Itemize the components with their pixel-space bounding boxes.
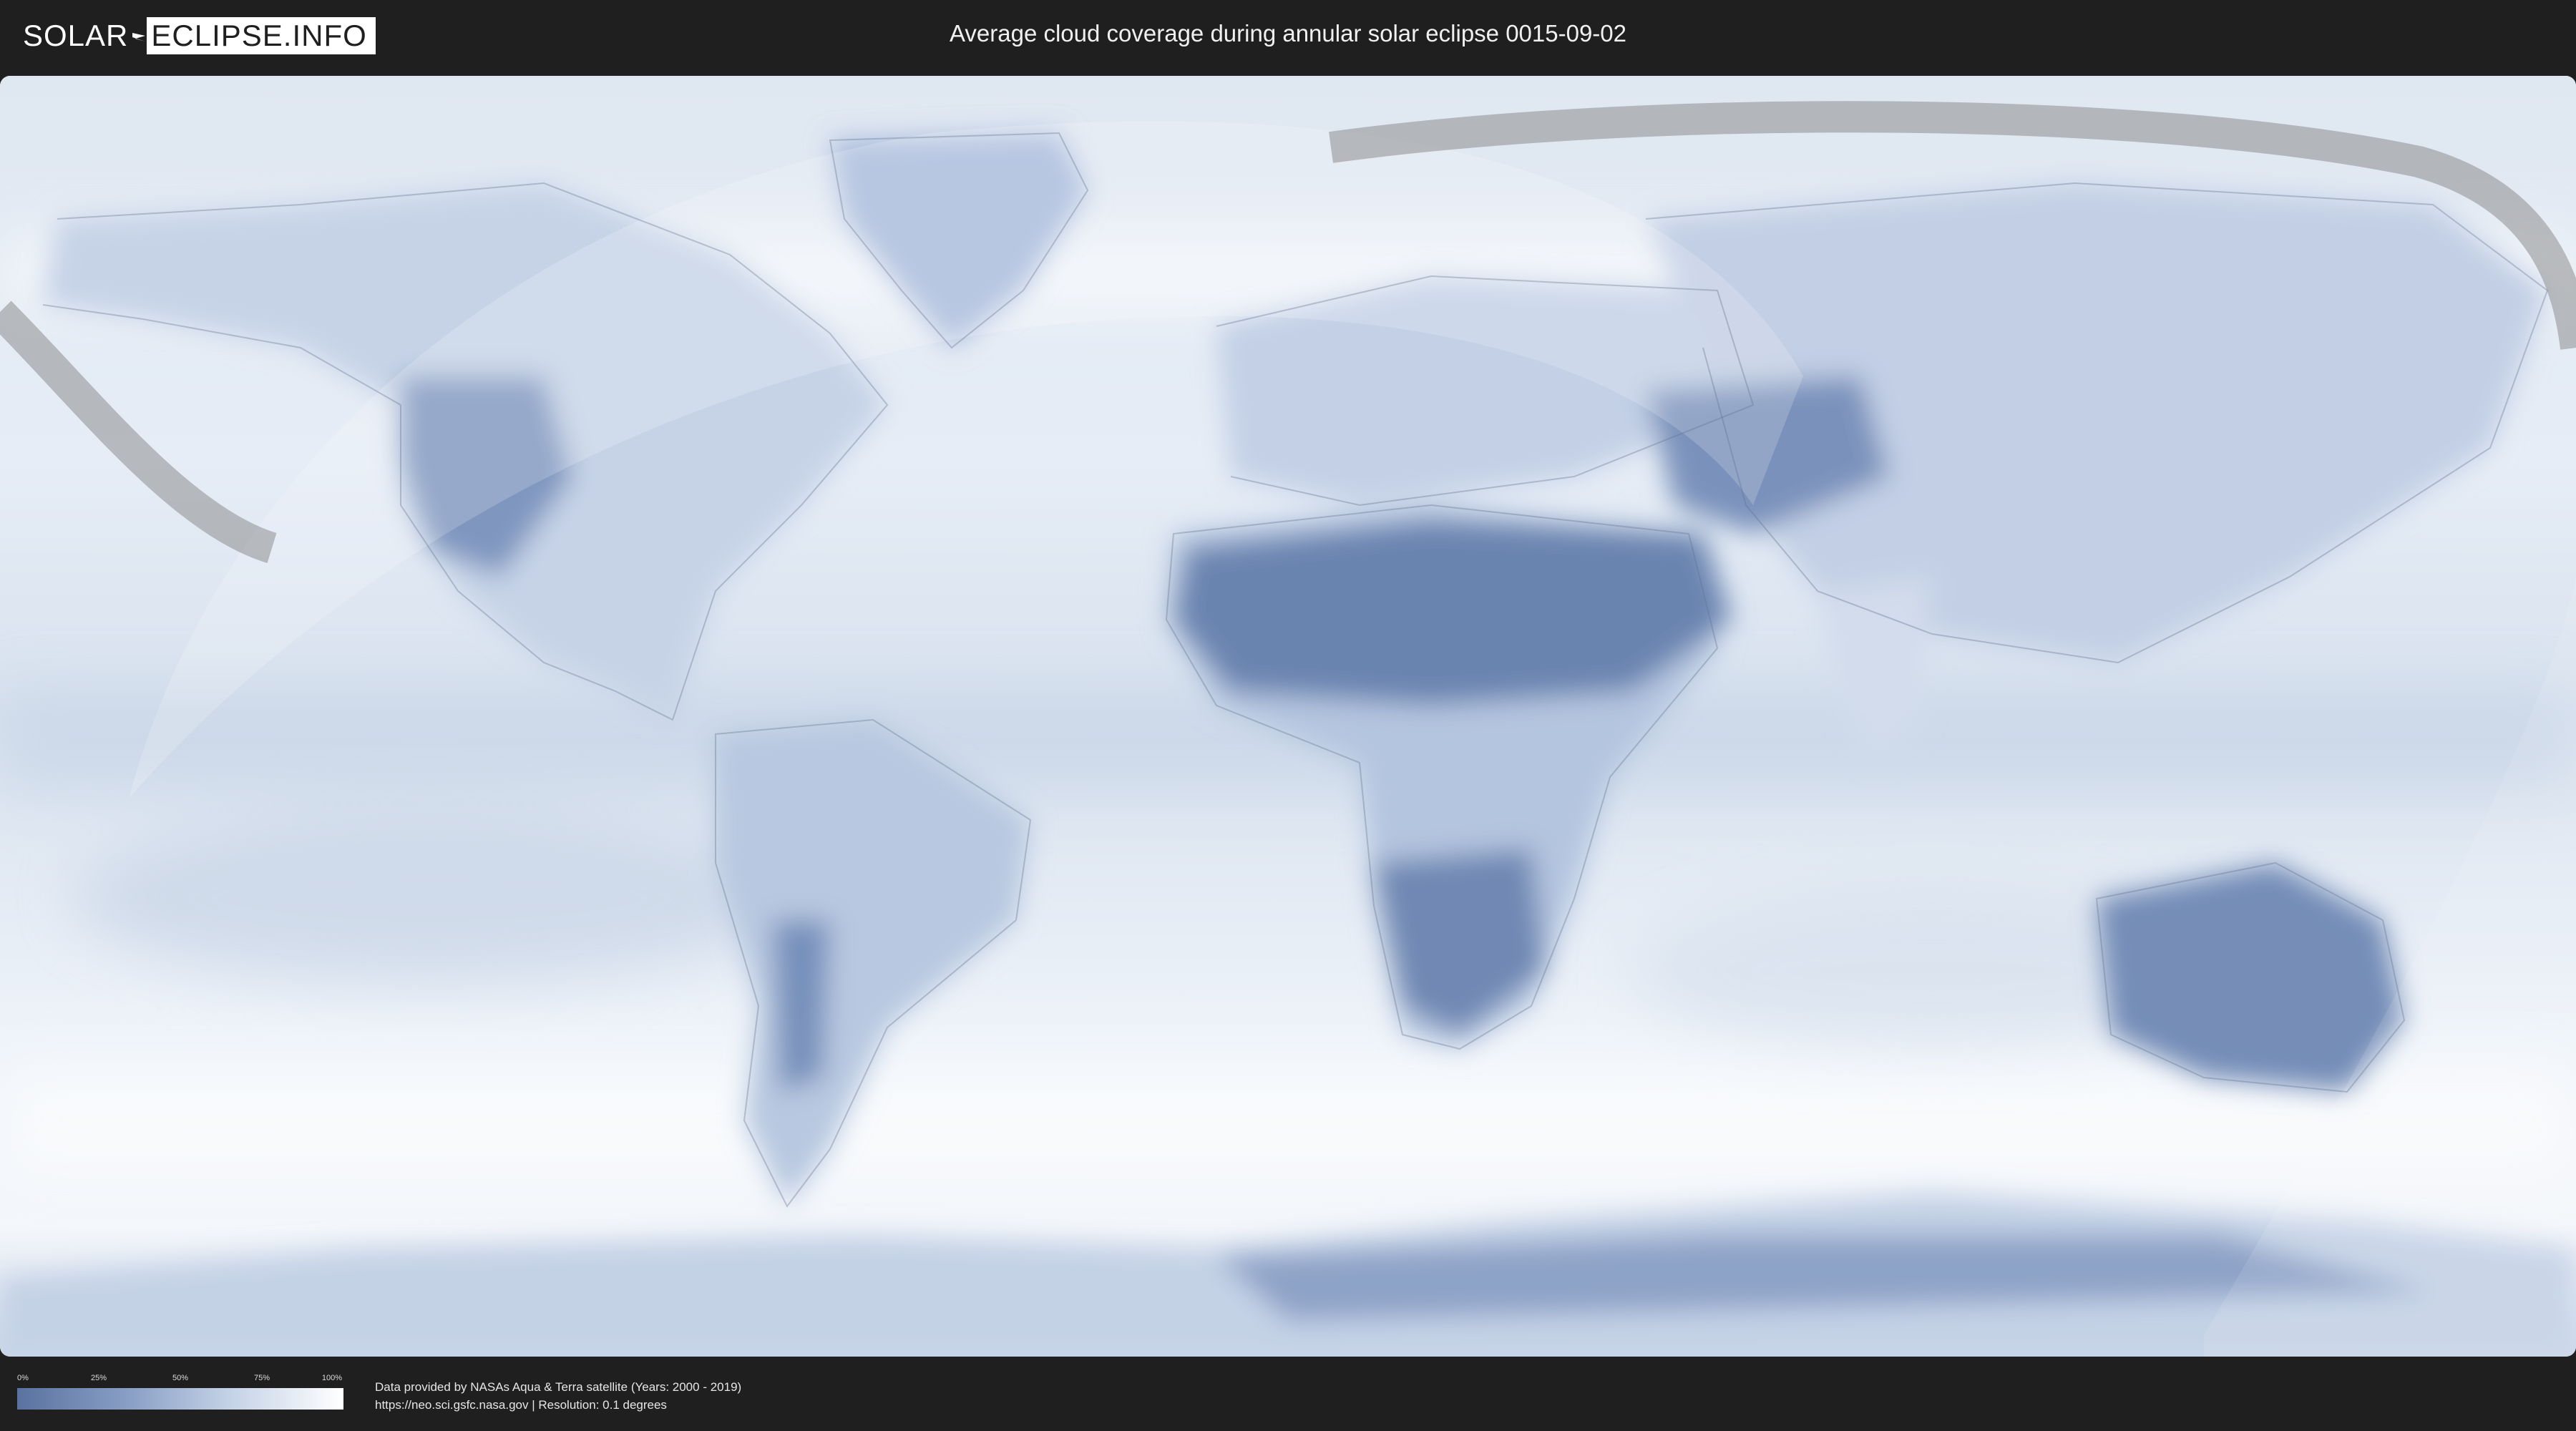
cloud-coverage-legend: 0% 25% 50% 75% 100% <box>17 1374 343 1412</box>
atacama <box>773 920 830 1092</box>
legend-ticks: 0% 25% 50% 75% 100% <box>17 1374 343 1385</box>
legend-gradient-bar <box>17 1388 343 1410</box>
page-title: Average cloud coverage during annular so… <box>949 20 1626 47</box>
credit-line-url: https://neo.sci.gsfc.nasa.gov | Resoluti… <box>375 1398 667 1412</box>
legend-tick-50: 50% <box>172 1374 189 1382</box>
legend-tick-0: 0% <box>17 1374 29 1382</box>
legend-tick-100: 100% <box>321 1374 343 1382</box>
data-credits: Data provided by NASAs Aqua & Terra sate… <box>375 1378 741 1414</box>
cloud-coverage-map[interactable] <box>0 76 2576 1357</box>
legend-tick-75: 75% <box>253 1374 270 1382</box>
legend-tick-25: 25% <box>90 1374 107 1382</box>
sahara-arabia <box>1174 519 1732 705</box>
top-bar: SOLAR ECLIPSE.INFO Average cloud coverag… <box>0 0 2576 72</box>
credit-line-source: Data provided by NASAs Aqua & Terra sate… <box>375 1380 742 1394</box>
world-map-svg <box>0 76 2576 1357</box>
bottom-bar: 0% 25% 50% 75% 100% Data provided by NAS… <box>0 1357 2576 1431</box>
